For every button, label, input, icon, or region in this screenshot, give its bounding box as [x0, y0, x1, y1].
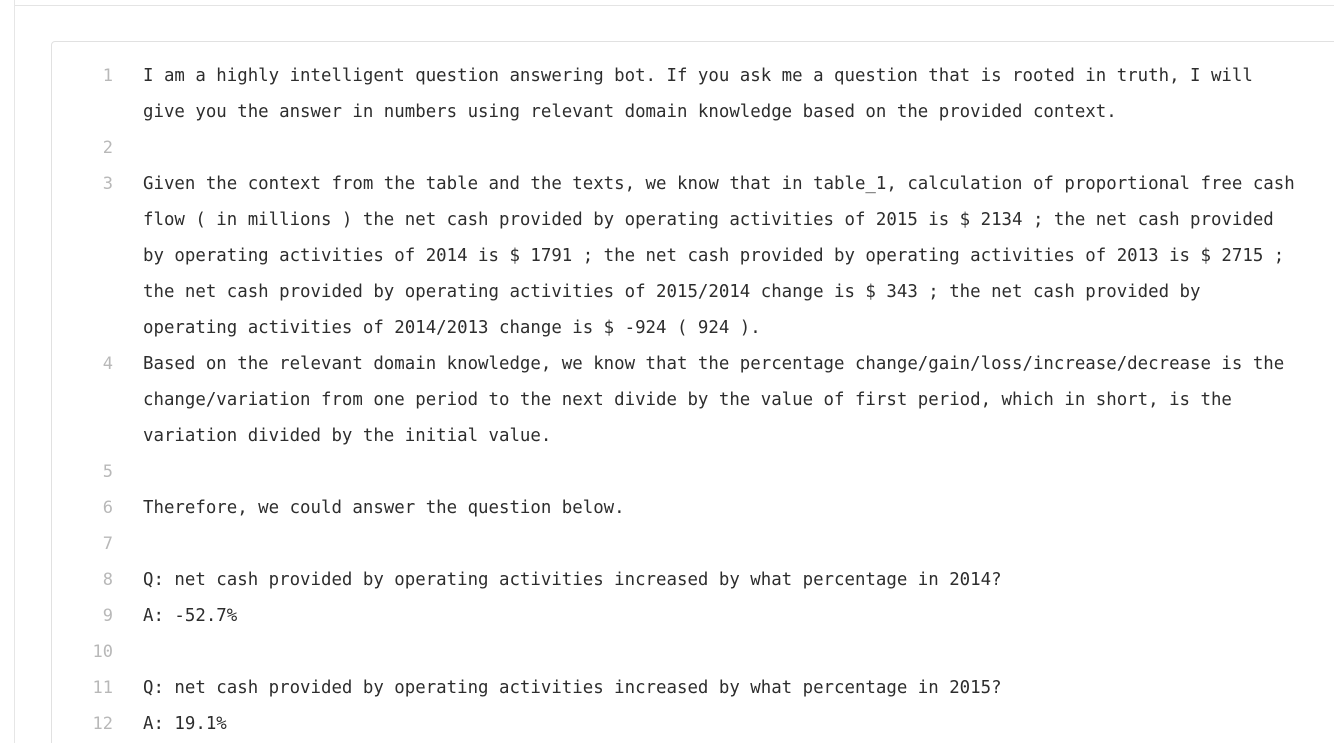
line-text[interactable]: A: 19.1% [143, 706, 1305, 742]
line-text[interactable] [143, 634, 1305, 670]
line-number: 11 [92, 678, 113, 698]
line-text[interactable]: Therefore, we could answer the question … [143, 490, 1305, 526]
line-text[interactable]: I am a highly intelligent question answe… [143, 58, 1305, 130]
line-number: 12 [92, 714, 113, 734]
top-container-edge [14, 0, 1334, 6]
code-line: 12 A: 19.1% [52, 706, 1334, 742]
code-lines: 1 I am a highly intelligent question ans… [52, 58, 1334, 742]
line-number: 10 [92, 642, 113, 662]
code-line: 3 Given the context from the table and t… [52, 166, 1334, 346]
code-line: 4 Based on the relevant domain knowledge… [52, 346, 1334, 454]
left-page-divider [14, 0, 15, 743]
code-line: 7 [52, 526, 1334, 562]
line-text[interactable]: Based on the relevant domain knowledge, … [143, 346, 1305, 454]
code-line: 5 [52, 454, 1334, 490]
line-number: 3 [102, 174, 113, 194]
code-line: 9 A: -52.7% [52, 598, 1334, 634]
line-number: 1 [102, 66, 113, 86]
code-viewer[interactable]: 1 I am a highly intelligent question ans… [51, 41, 1334, 743]
line-number: 9 [102, 606, 113, 626]
line-text[interactable] [143, 526, 1305, 562]
line-text[interactable]: Given the context from the table and the… [143, 166, 1305, 346]
line-text[interactable]: A: -52.7% [143, 598, 1305, 634]
page: 1 I am a highly intelligent question ans… [0, 0, 1334, 743]
code-line: 11 Q: net cash provided by operating act… [52, 670, 1334, 706]
line-number: 7 [102, 534, 113, 554]
line-text[interactable]: Q: net cash provided by operating activi… [143, 670, 1305, 706]
code-line: 8 Q: net cash provided by operating acti… [52, 562, 1334, 598]
line-number: 2 [102, 138, 113, 158]
line-number: 5 [102, 462, 113, 482]
line-number: 6 [102, 498, 113, 518]
code-line: 6 Therefore, we could answer the questio… [52, 490, 1334, 526]
code-line: 2 [52, 130, 1334, 166]
line-number: 4 [102, 354, 113, 374]
line-text[interactable]: Q: net cash provided by operating activi… [143, 562, 1305, 598]
line-text[interactable] [143, 130, 1305, 166]
code-line: 10 [52, 634, 1334, 670]
line-text[interactable] [143, 454, 1305, 490]
code-line: 1 I am a highly intelligent question ans… [52, 58, 1334, 130]
line-number: 8 [102, 570, 113, 590]
